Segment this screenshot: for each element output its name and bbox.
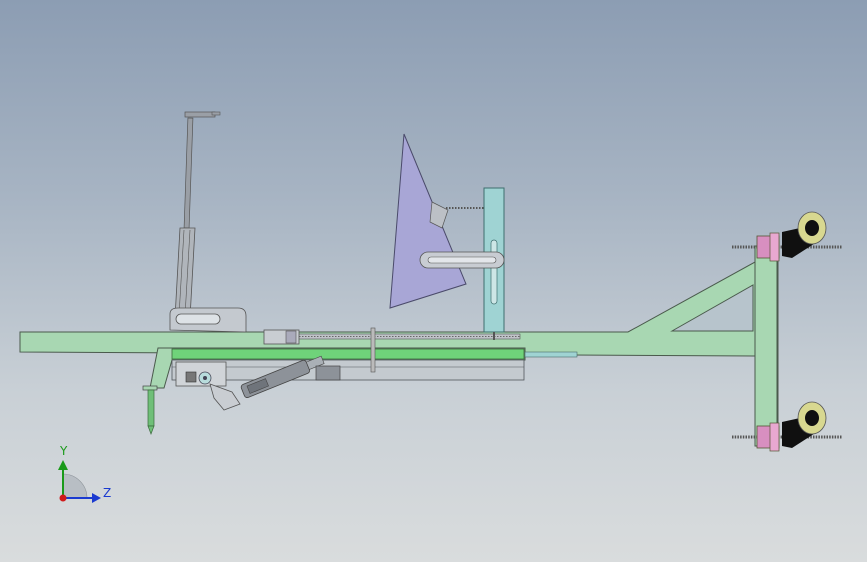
lever-handle	[184, 111, 216, 118]
wheel-mount-inner-bottom	[769, 422, 780, 452]
wheel-hub-top	[805, 220, 819, 236]
cylinder-mount	[315, 365, 341, 381]
post-arm-slot	[427, 256, 497, 264]
pivot-pin-center	[203, 376, 207, 380]
triangle-plate[interactable]	[389, 133, 486, 309]
triad-arc	[62, 473, 88, 499]
rod-vertical-pin	[370, 327, 376, 373]
link-arm	[209, 383, 241, 411]
coordinate-triad: Y Z	[58, 444, 111, 503]
wheel-assembly-top[interactable]	[732, 211, 842, 262]
inner-green-strip	[171, 348, 525, 360]
rail-accent	[524, 351, 578, 358]
wheel-assembly-bottom[interactable]	[732, 401, 842, 452]
cross-bar	[754, 245, 778, 447]
wheel-mount-inner-top	[769, 232, 780, 262]
lever-lower-sleeve	[174, 227, 196, 319]
z-axis-arrow-icon	[92, 493, 101, 503]
z-axis-label: Z	[103, 486, 111, 500]
lever-upper-rod	[183, 117, 194, 229]
triangle-body	[389, 133, 467, 309]
small-block	[185, 371, 197, 383]
y-axis-label: Y	[59, 444, 68, 458]
lever-slot	[175, 313, 221, 325]
y-axis-arrow-icon	[58, 460, 68, 470]
lever-handle-tip	[211, 111, 221, 116]
cad-model-view[interactable]: Y Z	[0, 0, 867, 562]
cad-viewport[interactable]: Y Z	[0, 0, 867, 562]
x-axis-origin-icon	[59, 494, 67, 502]
rod-block-inner	[285, 330, 297, 344]
tow-hook	[142, 385, 158, 435]
left-lever-assembly[interactable]	[169, 111, 247, 333]
wheel-hub-bottom	[805, 410, 819, 426]
post-slot	[490, 239, 498, 305]
